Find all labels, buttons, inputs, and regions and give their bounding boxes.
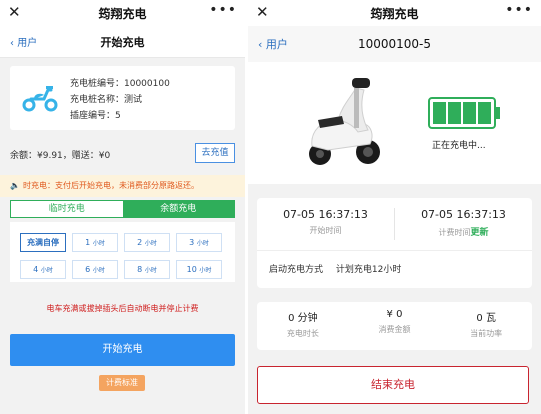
nav-bar: ‹ 用户 开始充电 [0,26,245,58]
charge-mode-row: 启动充电方式 计划充电12小时 [269,262,401,275]
balance-row: 余额：¥9.91，赠送：¥0 去充值 [10,143,235,165]
start-time-block: 07-05 16:37:13 开始时间 [257,208,394,236]
time-card: 07-05 16:37:13 开始时间 07-05 16:37:13 计费时间更… [257,198,532,288]
notice-text: 时充电：支付后开始充电，未消费部分原路返还。 [22,181,199,190]
option-3-hours[interactable]: 3 小时 [176,233,222,252]
option-value: 4 [33,265,39,274]
option-value: 10 [186,265,197,274]
charge-mode-label: 启动充电方式 [269,265,324,275]
option-unit: 小时 [144,267,157,274]
stat-amount: ¥ 0 消费金额 [349,302,441,350]
option-unit: 小时 [199,267,212,274]
stat-label: 当前功率 [470,329,503,338]
option-value: 6 [85,265,91,274]
pile-name: 充电桩名称：测试 [70,95,143,105]
notice-banner: 🔈 时充电：支付后开始充电，未消费部分原路返还。 [0,175,245,197]
option-unit: 小时 [92,240,105,247]
tab-balance-charge[interactable]: 余额充电 [122,201,234,217]
option-value: 8 [137,265,143,274]
stat-value: 0 分钟 [288,313,318,324]
back-label: 用户 [17,38,38,49]
back-button[interactable]: ‹ 用户 [258,36,288,52]
option-8-hours[interactable]: 8 小时 [124,260,170,279]
charging-status-text: 正在充电中... [432,141,486,151]
option-2-hours[interactable]: 2 小时 [124,233,170,252]
divider [257,250,532,251]
back-chevron-icon: ‹ [258,38,266,51]
tariff-button[interactable]: 计费标准 [99,375,145,391]
option-value: 1 [85,238,91,247]
option-unit: 小时 [40,267,53,274]
start-time-label: 开始时间 [309,226,342,235]
scooter-photo [309,78,380,165]
more-icon[interactable]: ••• [505,2,533,18]
stat-label: 消费金额 [378,325,411,334]
auto-stop-warning: 电车充满或拔掉插头后自动断电并停止计费 [46,304,199,313]
charge-type-tabs: 临时充电 余额充电 [10,200,235,218]
app-title: 筠翔充电 [98,6,147,21]
end-charge-button[interactable]: 结束充电 [257,366,529,404]
pile-info-card: 充电桩编号：10000100 充电桩名称：测试 插座编号：5 [10,66,235,130]
stat-duration: 0 分钟 充电时长 [257,302,349,350]
wechat-title-bar: ✕ 筠翔充电 ••• [248,0,541,26]
nav-bar: ‹ 用户 10000100-5 [248,26,541,62]
duration-options: 充满自停 1 小时 2 小时 3 小时 4 小时 6 小时 8 小时 10 小时 [10,222,235,282]
option-unit: 小时 [144,240,157,247]
update-link[interactable]: 更新 [470,228,488,238]
tab-temporary-charge[interactable]: 临时充电 [11,201,123,217]
stat-power: 0 瓦 当前功率 [440,302,532,350]
charging-hero: 正在充电中... [248,62,541,184]
close-icon[interactable]: ✕ [8,3,21,21]
start-time-value: 07-05 16:37:13 [283,208,368,221]
bill-time-value: 07-05 16:37:13 [421,208,506,221]
option-value: 2 [137,238,143,247]
start-charge-button[interactable]: 开始充电 [10,334,235,366]
stat-value: ¥ 0 [386,309,403,320]
stats-card: 0 分钟 充电时长 ¥ 0 消费金额 0 瓦 当前功率 [257,302,532,350]
recharge-button[interactable]: 去充值 [195,143,235,163]
back-label: 用户 [265,38,288,51]
charging-status-screen: ✕ 筠翔充电 ••• ‹ 用户 10000100-5 正在充电中... 07-0… [248,0,541,414]
option-4-hours[interactable]: 4 小时 [20,260,66,279]
option-unit: 小时 [92,267,105,274]
scooter-icon [22,86,58,112]
balance-text: 余额：¥9.91，赠送：¥0 [10,151,111,161]
stat-value: 0 瓦 [476,313,496,324]
page-title: 开始充电 [100,35,145,49]
more-icon[interactable]: ••• [209,2,237,18]
close-icon[interactable]: ✕ [256,3,269,21]
option-10-hours[interactable]: 10 小时 [176,260,222,279]
option-value: 3 [189,238,195,247]
option-value: 充满自停 [27,238,59,247]
app-title: 筠翔充电 [370,6,419,21]
option-1-hour[interactable]: 1 小时 [72,233,118,252]
option-full-stop[interactable]: 充满自停 [20,233,66,252]
stat-label: 充电时长 [286,329,319,338]
option-unit: 小时 [196,240,209,247]
battery-icon [428,97,500,129]
bill-time-block: 07-05 16:37:13 计费时间更新 [395,208,532,238]
pile-title: 10000100-5 [357,37,432,51]
option-6-hours[interactable]: 6 小时 [72,260,118,279]
pile-number: 充电桩编号：10000100 [70,79,170,89]
speaker-icon: 🔈 [10,181,20,190]
socket-number: 插座编号：5 [70,111,121,121]
bill-time-label: 计费时间 [438,228,471,237]
start-charge-screen: ✕ 筠翔充电 ••• ‹ 用户 开始充电 充电桩编号：10000100 充电桩名… [0,0,245,414]
charge-mode-value: 计划充电12小时 [335,265,402,275]
back-button[interactable]: ‹ 用户 [10,34,37,49]
wechat-title-bar: ✕ 筠翔充电 ••• [0,0,245,26]
